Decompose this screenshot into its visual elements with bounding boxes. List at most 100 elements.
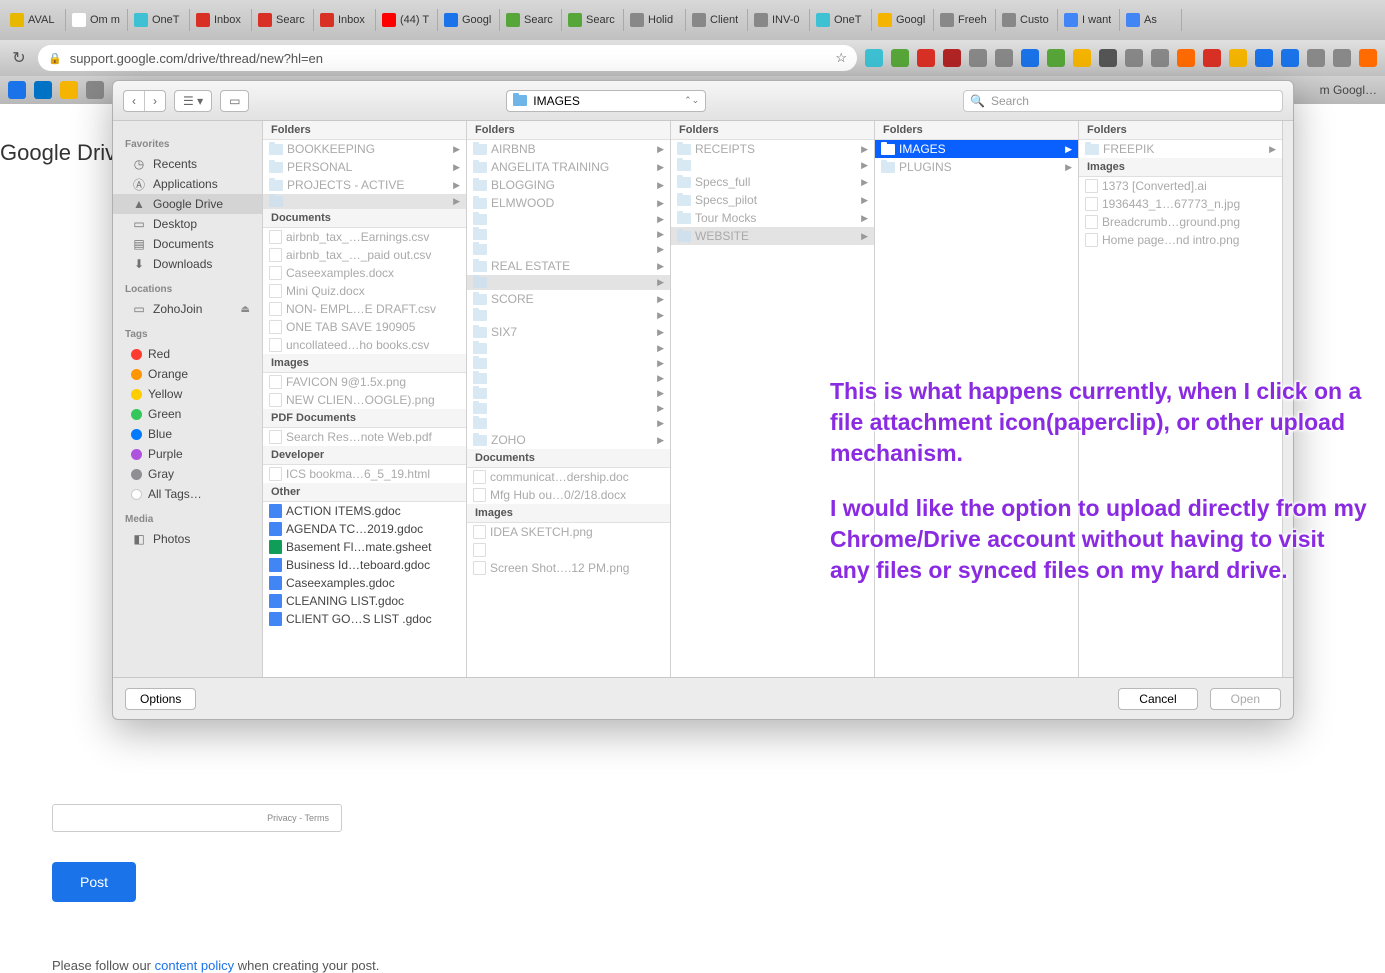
browser-tab[interactable]: (44) T [376,9,438,31]
browser-tab[interactable]: Googl [872,9,934,31]
folder-item[interactable]: AIRBNB▶ [467,140,670,158]
folder-item[interactable]: ▶ [467,371,670,386]
folder-item[interactable]: ANGELITA TRAINING▶ [467,158,670,176]
file-item[interactable]: NON- EMPL…E DRAFT.csv [263,300,466,318]
extension-icon[interactable] [1281,49,1299,67]
file-item[interactable]: FAVICON 9@1.5x.png [263,373,466,391]
file-item[interactable]: Basement Fl…mate.gsheet [263,538,466,556]
folder-item[interactable]: ▶ [467,356,670,371]
bookmark-icon[interactable] [34,81,52,99]
extension-icon[interactable] [1333,49,1351,67]
extension-icon[interactable] [865,49,883,67]
file-item[interactable]: communicat…dership.doc [467,468,670,486]
sidebar-item[interactable]: ▭ZohoJoin⏏ [113,299,262,319]
forward-button[interactable]: › [145,91,165,111]
file-item[interactable]: ICS bookma…6_5_19.html [263,465,466,483]
sidebar-item[interactable]: Gray [113,464,262,484]
file-item[interactable]: Caseexamples.docx [263,264,466,282]
post-button[interactable]: Post [52,862,136,902]
extension-icon[interactable] [1099,49,1117,67]
browser-tab[interactable]: OneT [128,9,190,31]
file-item[interactable]: Business Id…teboard.gdoc [263,556,466,574]
search-input[interactable]: 🔍 Search [963,90,1283,112]
bookmark-icon[interactable] [86,81,104,99]
extension-icon[interactable] [891,49,909,67]
url-box[interactable]: 🔒 support.google.com/drive/thread/new?hl… [38,45,857,71]
sidebar-item[interactable]: Orange [113,364,262,384]
group-button[interactable]: ▭ [220,90,249,112]
file-item[interactable]: Search Res…note Web.pdf [263,428,466,446]
folder-item[interactable]: SCORE▶ [467,290,670,308]
folder-item[interactable]: ZOHO▶ [467,431,670,449]
sidebar-item[interactable]: ▭Desktop [113,214,262,234]
sidebar-item[interactable]: ⬇Downloads [113,254,262,274]
browser-tab[interactable]: Googl [438,9,500,31]
folder-item[interactable]: Specs_pilot▶ [671,191,874,209]
extension-icon[interactable] [995,49,1013,67]
file-item[interactable]: 1373 [Converted].ai [1079,177,1282,195]
folder-item[interactable]: ▶ [467,401,670,416]
folder-item[interactable]: BLOGGING▶ [467,176,670,194]
folder-item[interactable]: ▶ [467,308,670,323]
browser-tab[interactable]: As [1120,9,1182,31]
file-item[interactable]: Home page…nd intro.png [1079,231,1282,249]
bookmark-overflow[interactable]: m Googl… [1320,83,1377,97]
sidebar-item[interactable]: Green [113,404,262,424]
bookmark-icon[interactable] [8,81,26,99]
extension-icon[interactable] [1125,49,1143,67]
bookmark-star-icon[interactable]: ☆ [835,50,847,66]
folder-item[interactable]: Specs_full▶ [671,173,874,191]
folder-item[interactable]: ▶ [671,158,874,173]
extension-icon[interactable] [1073,49,1091,67]
sidebar-item[interactable]: ⒶApplications [113,174,262,194]
extension-icon[interactable] [969,49,987,67]
file-item[interactable]: AGENDA TC…2019.gdoc [263,520,466,538]
folder-item[interactable]: ▶ [467,386,670,401]
file-item[interactable]: Mini Quiz.docx [263,282,466,300]
file-item[interactable]: ONE TAB SAVE 190905 [263,318,466,336]
folder-item[interactable]: ▶ [467,227,670,242]
folder-item[interactable]: IMAGES▶ [875,140,1078,158]
options-button[interactable]: Options [125,688,196,710]
browser-tab[interactable]: Searc [500,9,562,31]
extension-icon[interactable] [1255,49,1273,67]
folder-item[interactable]: PLUGINS▶ [875,158,1078,176]
browser-tab[interactable]: Custo [996,9,1058,31]
open-button[interactable]: Open [1210,688,1281,710]
browser-tab[interactable]: Om m [66,9,128,31]
file-item[interactable]: Caseexamples.gdoc [263,574,466,592]
extension-icon[interactable] [917,49,935,67]
cancel-button[interactable]: Cancel [1118,688,1197,710]
file-item[interactable]: IDEA SKETCH.png [467,523,670,541]
file-item[interactable]: NEW CLIEN…OOGLE).png [263,391,466,409]
file-item[interactable] [467,541,670,559]
view-columns-button[interactable]: ☰ ▾ [175,91,211,111]
extension-icon[interactable] [1203,49,1221,67]
sidebar-item[interactable]: ▲Google Drive [113,194,262,214]
extension-icon[interactable] [1021,49,1039,67]
file-item[interactable]: airbnb_tax_…_paid out.csv [263,246,466,264]
browser-tab[interactable]: INV-0 [748,9,810,31]
browser-tab[interactable]: Client [686,9,748,31]
folder-item[interactable]: FREEPIK▶ [1079,140,1282,158]
folder-item[interactable]: ▶ [467,275,670,290]
file-item[interactable]: uncollateed…ho books.csv [263,336,466,354]
file-item[interactable]: Breadcrumb…ground.png [1079,213,1282,231]
extension-icon[interactable] [943,49,961,67]
file-item[interactable]: CLIENT GO…S LIST .gdoc [263,610,466,628]
browser-tab[interactable]: Searc [252,9,314,31]
browser-tab[interactable]: I want [1058,9,1120,31]
folder-item[interactable]: ▶ [467,242,670,257]
file-item[interactable]: airbnb_tax_…Earnings.csv [263,228,466,246]
bookmark-icon[interactable] [60,81,78,99]
browser-tab[interactable]: Holid [624,9,686,31]
reload-button[interactable]: ↻ [8,47,30,69]
file-item[interactable]: CLEANING LIST.gdoc [263,592,466,610]
browser-tab[interactable]: Freeh [934,9,996,31]
folder-item[interactable]: BOOKKEEPING▶ [263,140,466,158]
folder-item[interactable]: WEBSITE▶ [671,227,874,245]
folder-item[interactable]: Tour Mocks▶ [671,209,874,227]
browser-tab[interactable]: AVAL [4,9,66,31]
folder-item[interactable]: SIX7▶ [467,323,670,341]
browser-tab[interactable]: Inbox [314,9,376,31]
